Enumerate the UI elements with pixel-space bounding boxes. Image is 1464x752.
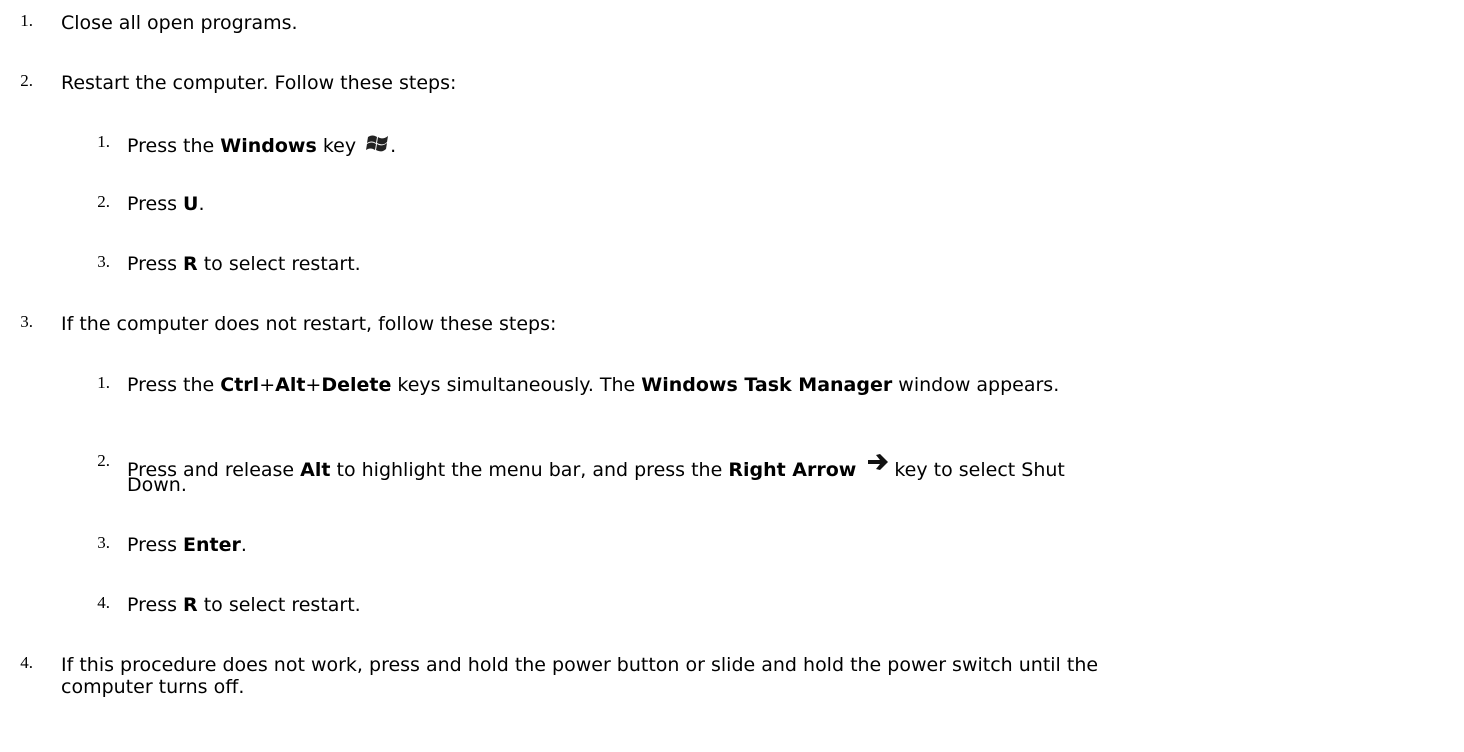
step-text: Close all open programs. (61, 12, 298, 34)
substep-text-pre: Press the (127, 135, 221, 157)
step-text: If this procedure does not work, press a… (61, 654, 1099, 676)
substep-text-post: . (240, 534, 247, 556)
substep-number: 1. (97, 132, 110, 151)
substep-number: 3. (97, 533, 110, 552)
key-name: Delete (321, 374, 392, 396)
substep-text-part: + (259, 374, 276, 396)
key-name: R (183, 594, 198, 616)
step-number: 2. (20, 71, 33, 90)
substep-text: Press the Ctrl+Alt+Delete keys simultane… (127, 374, 1059, 396)
substep-text: Press R to select restart. (127, 253, 361, 275)
substep-text-pre: Press (127, 594, 184, 616)
substep-text-post: to select restart. (197, 594, 361, 616)
key-name: U (183, 193, 199, 215)
substep-text: Press R to select restart. (127, 594, 361, 616)
substep-text-post: key (316, 135, 357, 157)
step-text-continued: computer turns off. (61, 676, 245, 698)
substep-text-continued: Down. (127, 474, 187, 496)
step-number: 1. (20, 11, 33, 30)
substep-number: 2. (97, 192, 110, 211)
key-name: Enter (183, 534, 241, 556)
key-name: Right Arrow (728, 459, 857, 481)
key-name: R (183, 253, 198, 275)
substep-text-after: . (390, 135, 397, 157)
substep-text-post: to select restart. (197, 253, 361, 275)
key-name: Alt (275, 374, 306, 396)
window-name: Windows Task Manager (641, 374, 893, 396)
substep-text: Press the Windows key. (127, 133, 396, 157)
step-text: If the computer does not restart, follow… (61, 313, 557, 335)
key-name: Windows (220, 135, 317, 157)
substep-text-pre: Press (127, 253, 184, 275)
key-name: Alt (300, 459, 331, 481)
right-arrow-icon (866, 452, 892, 472)
substep-text-part: + (305, 374, 322, 396)
substep-text-part: to highlight the menu bar, and press the (330, 459, 729, 481)
substep-text-post: . (198, 193, 205, 215)
key-name: Ctrl (220, 374, 260, 396)
substep-text: Press U. (127, 193, 205, 215)
step-text: Restart the computer. Follow these steps… (61, 72, 457, 94)
substep-number: 3. (97, 252, 110, 271)
substep-text-part: Press the (127, 374, 221, 396)
step-number: 3. (20, 312, 33, 331)
substep-text-part: keys simultaneously. The (391, 374, 642, 396)
substep-number: 4. (97, 593, 110, 612)
step-number: 4. (20, 653, 33, 672)
substep-text-part: window appears. (892, 374, 1060, 396)
substep-text-part: key to select Shut (894, 459, 1065, 481)
substep-number: 2. (97, 451, 110, 470)
substep-text-pre: Press (127, 534, 184, 556)
substep-number: 1. (97, 373, 110, 392)
substep-text: Press Enter. (127, 534, 247, 556)
substep-text-pre: Press (127, 193, 184, 215)
substep-text: Press and release Alt to highlight the m… (127, 452, 1065, 481)
windows-logo-icon (366, 133, 390, 155)
